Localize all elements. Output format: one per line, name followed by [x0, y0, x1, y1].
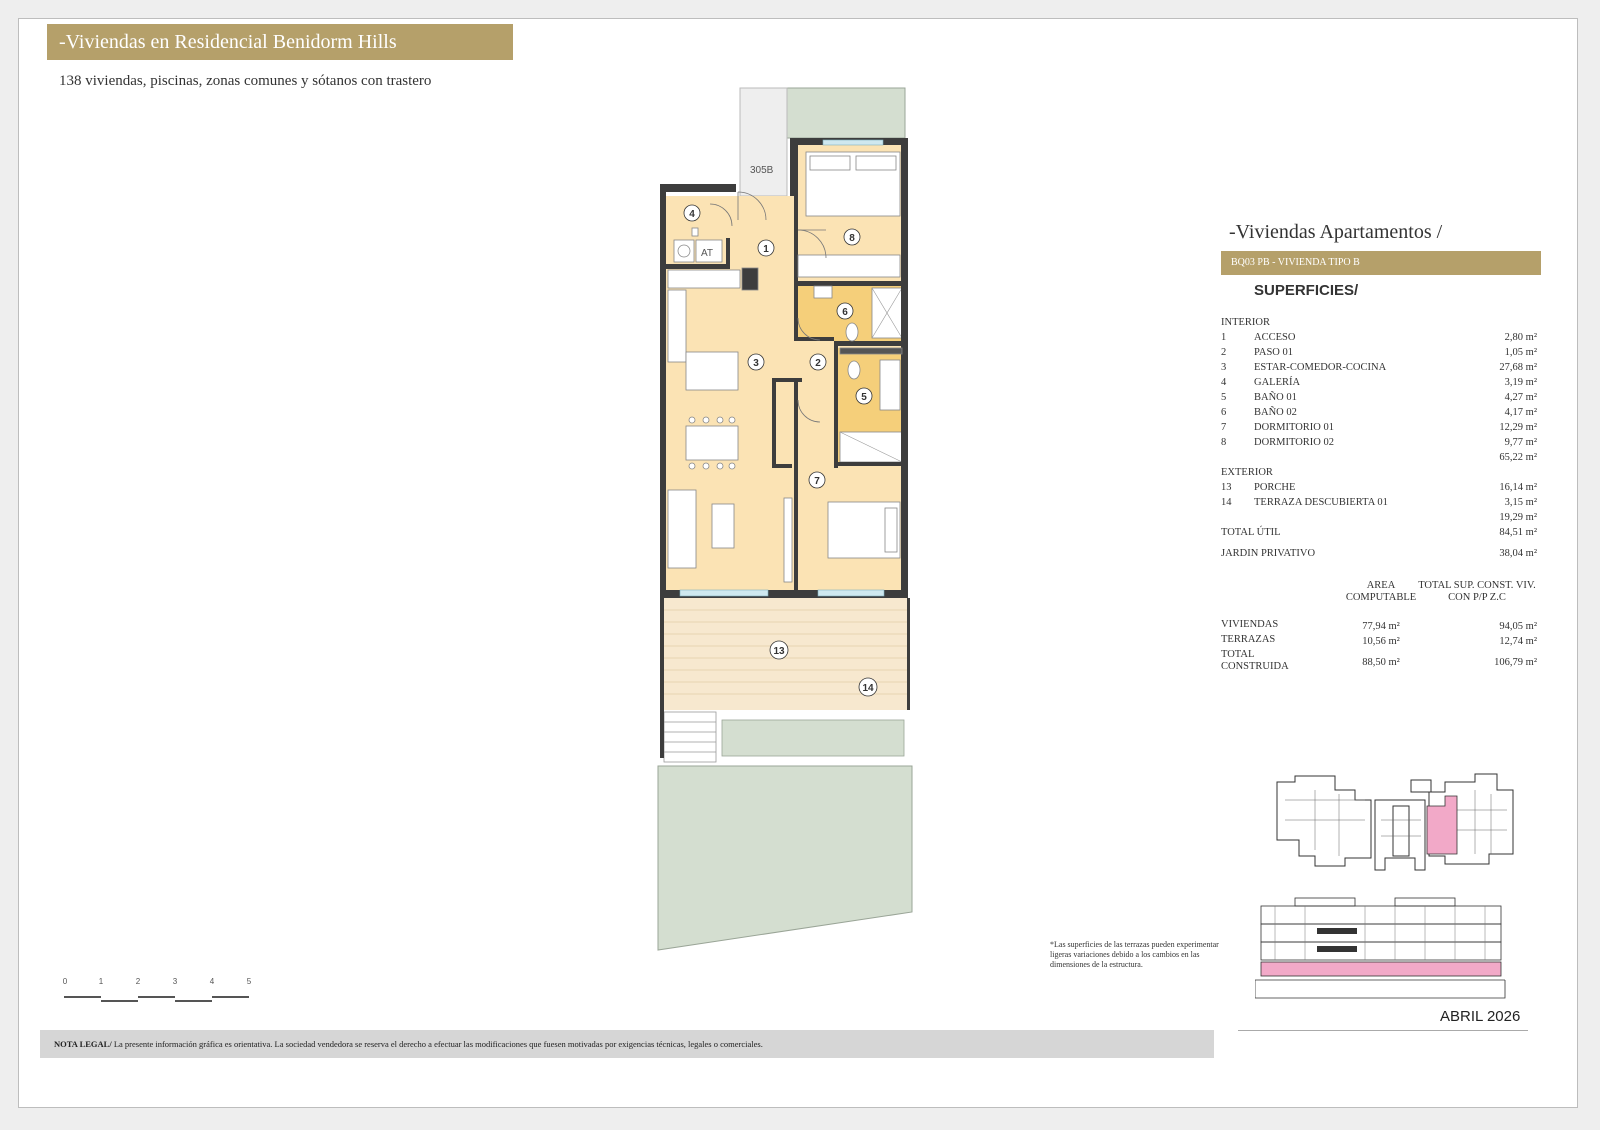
scale-label: 1: [99, 977, 104, 986]
page-subtitle: 138 viviendas, piscinas, zonas comunes y…: [59, 73, 432, 89]
scale-bar: 0 1 2 3 4 5: [63, 977, 252, 1002]
building-elevation: [1255, 897, 1506, 999]
unit-type-banner: BQ03 PB - VIVIENDA TIPO B: [1221, 251, 1541, 275]
private-garden: [657, 765, 913, 951]
window: [822, 139, 884, 146]
unit-code: 305B: [750, 165, 774, 176]
room-marker-4: 4: [689, 209, 695, 220]
table-row: 14 TERRAZA DESCUBIERTA 01 3,15 m²: [1221, 497, 1537, 508]
exterior-subtotal: 19,29 m²: [1499, 512, 1537, 523]
table-row: 1 ACCESO 2,80 m²: [1221, 332, 1537, 343]
legal-label: NOTA LEGAL/: [54, 1039, 112, 1049]
date-label: ABRIL 2026: [1440, 1008, 1521, 1025]
bed-dormitorio-02: [797, 151, 901, 278]
col-area-computable: AREA COMPUTABLE: [1345, 580, 1417, 603]
table-row: 3 ESTAR-COMEDOR-COCINA 27,68 m²: [1221, 362, 1537, 373]
terrace-footnote: *Las superficies de las terrazas pueden …: [1050, 940, 1219, 969]
room-marker-14: 14: [862, 683, 874, 694]
table-row: 5 BAÑO 01 4,27 m²: [1221, 392, 1537, 403]
summary-table: VIVIENDAS 77,94 m² 94,05 m² TERRAZAS 10,56 …: [1221, 619, 1537, 675]
scale-label: 4: [210, 977, 215, 986]
scale-label: 5: [247, 977, 252, 986]
unit-highlight: [1426, 795, 1458, 855]
site-key-plan: [1276, 773, 1514, 871]
table-row: TERRAZAS 10,56 m² 12,74 m²: [1221, 634, 1537, 647]
room-marker-6: 6: [842, 307, 848, 318]
scale-label: 0: [63, 977, 68, 986]
window: [817, 589, 885, 597]
surfaces-table: INTERIOR 1 ACCESO 2,80 m² 2 PASO 01 1,05 m² …: [1221, 315, 1537, 561]
exterior-label: EXTERIOR: [1221, 467, 1273, 478]
garden-steps: [663, 711, 717, 763]
table-row: VIVIENDAS 77,94 m² 94,05 m²: [1221, 619, 1537, 632]
summary-header: AREA COMPUTABLE TOTAL SUP. CONST. VIV. C…: [1221, 580, 1537, 610]
col-total-sup: TOTAL SUP. CONST. VIV. CON P/P Z.C: [1418, 580, 1536, 603]
legal-text: La presente información gráfica es orien…: [111, 1039, 763, 1049]
table-row: 4 GALERÍA 3,19 m²: [1221, 377, 1537, 388]
room-marker-7: 7: [814, 476, 820, 487]
divider: [1238, 1030, 1528, 1031]
table-row: 13 PORCHE 16,14 m²: [1221, 482, 1537, 493]
panel-title: -Viviendas Apartamentos /: [1229, 221, 1443, 243]
table-row: TOTAL CONSTRUIDA 88,50 m² 106,79 m²: [1221, 649, 1537, 672]
page-title: -Viviendas en Residencial Benidorm Hills: [47, 24, 513, 60]
table-row: 6 BAÑO 02 4,17 m²: [1221, 407, 1537, 418]
unit-floor-highlight: [1260, 961, 1502, 977]
table-row: 2 PASO 01 1,05 m²: [1221, 347, 1537, 358]
appliance-label: AT: [701, 248, 713, 259]
surfaces-heading: SUPERFICIES/: [1254, 282, 1359, 299]
room-marker-2: 2: [815, 358, 821, 369]
scale-label: 3: [173, 977, 178, 986]
table-row: 8 DORMITORIO 02 9,77 m²: [1221, 437, 1537, 448]
planter: [721, 719, 905, 757]
total-util-row: TOTAL ÚTIL 84,51 m²: [1221, 527, 1537, 538]
room-marker-5: 5: [861, 392, 867, 403]
neighbor-block: [739, 87, 788, 197]
window: [679, 589, 769, 597]
room-marker-8: 8: [849, 233, 855, 244]
floor-plan: 305B AT 1 2 3 4 5 6 7 8 13 14: [657, 87, 913, 951]
scale-label: 2: [136, 977, 141, 986]
table-row: 7 DORMITORIO 01 12,29 m²: [1221, 422, 1537, 433]
interior-label: INTERIOR: [1221, 317, 1270, 328]
balcony-garden: [786, 87, 906, 139]
interior-subtotal: 65,22 m²: [1499, 452, 1537, 463]
room-marker-1: 1: [763, 244, 769, 255]
room-marker-13: 13: [773, 646, 785, 657]
legal-note: NOTA LEGAL/ La presente información gráf…: [40, 1030, 1214, 1058]
jardin-row: JARDIN PRIVATIVO 38,04 m²: [1221, 548, 1537, 559]
room-marker-3: 3: [753, 358, 759, 369]
